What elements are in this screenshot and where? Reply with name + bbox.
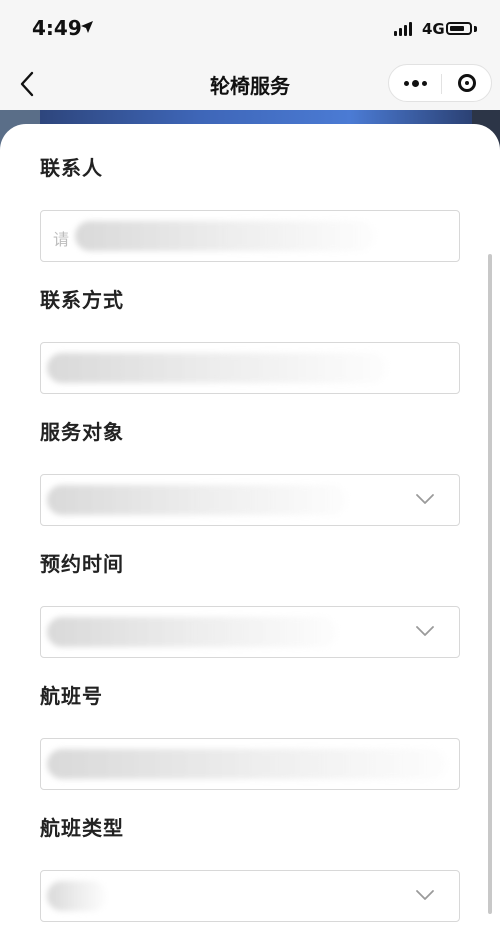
service-target-select[interactable] [40, 474, 460, 526]
field-contact-name: 联系人 请 [40, 154, 460, 262]
capsule-divider [441, 74, 442, 94]
appointment-time-label: 预约时间 [40, 552, 124, 576]
chevron-down-icon [416, 890, 434, 900]
contact-name-label: 联系人 [40, 156, 103, 180]
form-card: 联系人 请 联系方式 服务对象 预约时间 航班号 航班类型 [0, 124, 500, 932]
redacted-value [47, 617, 337, 647]
redacted-value [47, 485, 347, 515]
redacted-value [47, 881, 107, 911]
field-flight-type: 航班类型 [40, 814, 460, 922]
status-bar: 4:49 4G [0, 0, 500, 58]
contact-phone-input[interactable] [40, 342, 460, 394]
service-target-label: 服务对象 [40, 420, 124, 444]
field-appointment-time: 预约时间 [40, 550, 460, 658]
flight-number-input[interactable] [40, 738, 460, 790]
redacted-value [75, 221, 375, 251]
flight-type-select[interactable] [40, 870, 460, 922]
battery-icon [446, 22, 472, 35]
field-flight-number: 航班号 [40, 682, 460, 790]
contact-phone-label: 联系方式 [40, 288, 124, 312]
field-service-target: 服务对象 [40, 418, 460, 526]
chevron-down-icon [416, 626, 434, 636]
more-dot-right [421, 80, 427, 86]
mini-program-capsule [388, 64, 492, 102]
location-arrow-icon [81, 21, 93, 33]
network-type: 4G [422, 20, 445, 38]
chevron-down-icon [416, 494, 434, 504]
redacted-value [47, 749, 447, 779]
signal-icon [394, 22, 412, 36]
close-button[interactable] [443, 65, 491, 101]
nav-bar: 轮椅服务 [0, 58, 500, 110]
appointment-time-select[interactable] [40, 606, 460, 658]
more-button[interactable] [391, 65, 439, 101]
more-dots-icon [403, 80, 409, 86]
flight-number-label: 航班号 [40, 684, 103, 708]
more-dot-center [411, 79, 419, 87]
contact-name-input[interactable]: 请 [40, 210, 460, 262]
contact-name-placeholder: 请 [53, 230, 70, 249]
field-contact-phone: 联系方式 [40, 286, 460, 394]
battery-cap [474, 26, 477, 32]
scrollbar[interactable] [488, 254, 492, 914]
redacted-value [47, 353, 387, 383]
target-close-icon [458, 74, 476, 92]
status-time: 4:49 [32, 16, 82, 40]
flight-type-label: 航班类型 [40, 816, 124, 840]
